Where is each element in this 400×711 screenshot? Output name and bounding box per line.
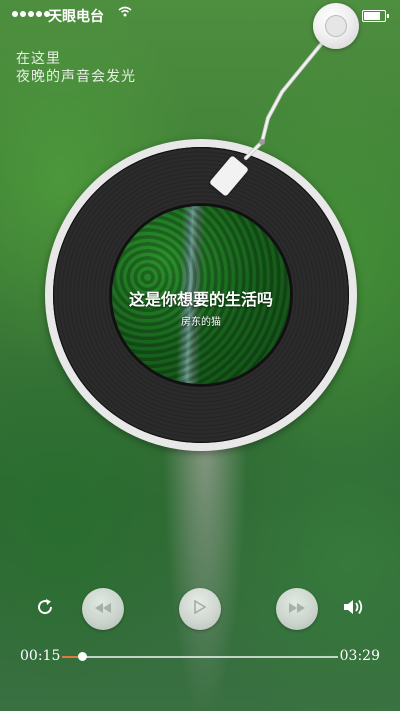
total-time: 03:29 xyxy=(339,648,380,664)
volume-icon[interactable] xyxy=(342,596,366,624)
song-artist: 房东的猫 xyxy=(181,317,221,328)
fast-forward-button[interactable] xyxy=(276,588,318,630)
current-time: 00:15 xyxy=(20,648,61,664)
progress-row: 00:15 03:29 xyxy=(0,648,400,668)
fast-forward-icon xyxy=(289,601,305,617)
repeat-icon[interactable] xyxy=(34,596,56,623)
playback-controls xyxy=(0,588,400,632)
play-icon xyxy=(194,599,207,618)
progress-knob[interactable] xyxy=(77,652,87,661)
rewind-icon xyxy=(95,601,111,617)
tonearm-pivot xyxy=(313,3,359,49)
album-cover: 这是你想要的生活吗 房东的猫 xyxy=(112,206,290,384)
progress-bar[interactable] xyxy=(62,652,338,661)
rewind-button[interactable] xyxy=(82,588,124,630)
song-title: 这是你想要的生活吗 xyxy=(128,290,273,309)
play-button[interactable] xyxy=(179,588,221,630)
